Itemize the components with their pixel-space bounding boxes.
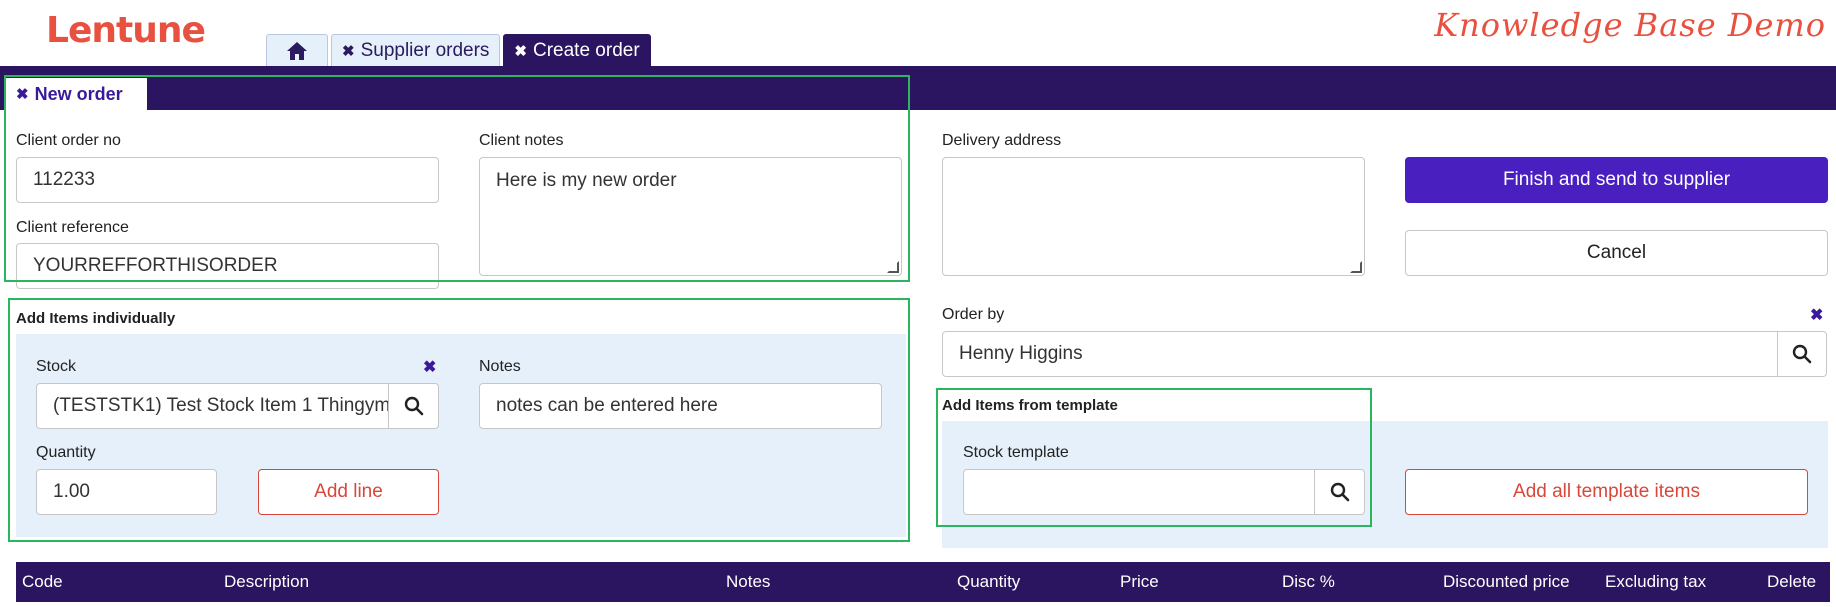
close-icon[interactable]: ✖	[16, 85, 29, 103]
resize-handle[interactable]	[887, 261, 899, 273]
column-disc-percent: Disc %	[1282, 572, 1335, 591]
column-code: Code	[22, 572, 63, 591]
stock-search-button[interactable]	[388, 383, 439, 429]
client-order-no-label: Client order no	[16, 132, 121, 149]
tab-new-order-label: New order	[34, 83, 123, 104]
home-icon	[287, 41, 307, 60]
order-by-label: Order by	[942, 306, 1005, 323]
add-all-template-items-button[interactable]: Add all template items	[1405, 469, 1808, 515]
notes-input[interactable]: notes can be entered here	[479, 383, 882, 429]
add-items-from-template-title: Add Items from template	[942, 397, 1118, 414]
tab-create-order-label: Create order	[533, 39, 640, 61]
delivery-address-textarea[interactable]	[942, 157, 1365, 276]
stock-template-search-button[interactable]	[1314, 469, 1365, 515]
tab-home[interactable]	[266, 34, 328, 66]
close-icon[interactable]: ✖	[514, 42, 527, 60]
clear-order-by-icon[interactable]: ✖	[1810, 305, 1823, 325]
stock-input[interactable]: (TESTSTK1) Test Stock Item 1 Thingymabob	[36, 383, 389, 429]
order-by-search-button[interactable]	[1777, 331, 1827, 377]
column-notes: Notes	[726, 572, 771, 591]
add-items-individually-title: Add Items individually	[16, 310, 176, 327]
add-line-button[interactable]: Add line	[258, 469, 439, 515]
quantity-input[interactable]: 1.00	[36, 469, 217, 515]
column-quantity: Quantity	[957, 572, 1021, 591]
resize-handle[interactable]	[1350, 261, 1362, 273]
client-notes-textarea[interactable]: Here is my new order	[479, 157, 902, 276]
column-discounted-price: Discounted price	[1443, 572, 1570, 591]
lentune-logo: Lentune	[46, 10, 206, 51]
column-excluding-tax: Excluding tax	[1605, 572, 1707, 591]
client-reference-label: Client reference	[16, 219, 129, 236]
main-tabs: ✖ Supplier orders ✖ Create order	[266, 34, 651, 66]
order-by-input[interactable]: Henny Higgins	[942, 331, 1778, 377]
tab-create-order[interactable]: ✖ Create order	[503, 34, 651, 66]
clear-stock-icon[interactable]: ✖	[423, 357, 436, 377]
cancel-button[interactable]: Cancel	[1405, 230, 1828, 276]
finish-and-send-button[interactable]: Finish and send to supplier	[1405, 157, 1828, 203]
tab-supplier-orders[interactable]: ✖ Supplier orders	[331, 34, 501, 66]
client-reference-input[interactable]: YOURREFFORTHISORDER	[16, 243, 439, 289]
sub-tab-bar	[0, 66, 1836, 110]
notes-label: Notes	[479, 358, 521, 375]
delivery-address-label: Delivery address	[942, 132, 1062, 149]
close-icon[interactable]: ✖	[342, 42, 355, 60]
tab-new-order[interactable]: ✖ New order	[4, 78, 147, 110]
search-icon	[404, 396, 423, 416]
stock-template-input[interactable]	[963, 469, 1315, 515]
column-description: Description	[224, 572, 310, 591]
quantity-label: Quantity	[36, 444, 96, 461]
search-icon	[1330, 482, 1349, 502]
stock-template-label: Stock template	[963, 444, 1069, 461]
tab-supplier-orders-label: Supplier orders	[360, 39, 490, 61]
column-price: Price	[1120, 572, 1159, 591]
client-notes-value: Here is my new order	[496, 170, 677, 191]
order-lines-table-header: Code Description Notes Quantity Price Di…	[16, 562, 1830, 602]
column-delete: Delete	[1767, 572, 1817, 591]
client-order-no-input[interactable]: 112233	[16, 157, 439, 203]
client-notes-label: Client notes	[479, 132, 564, 149]
stock-label: Stock	[36, 358, 77, 375]
knowledge-base-title: Knowledge Base Demo	[1434, 6, 1826, 44]
search-icon	[1792, 344, 1812, 364]
